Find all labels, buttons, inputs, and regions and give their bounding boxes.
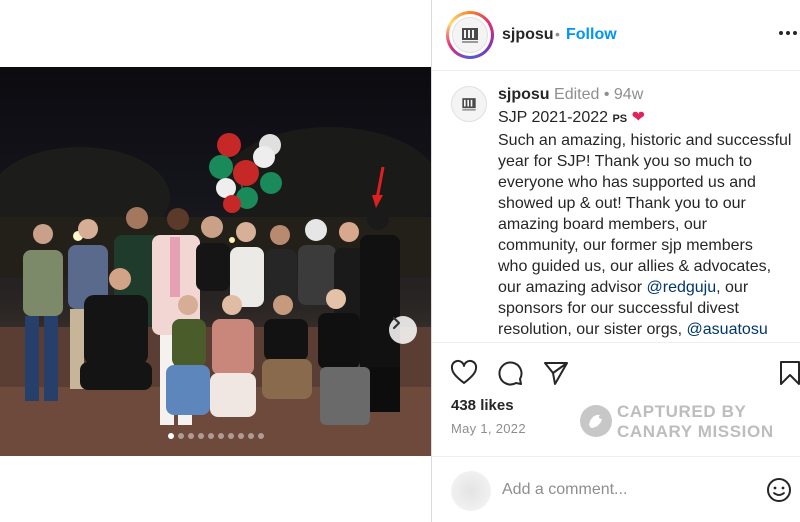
watermark-line-2: CANARY MISSION (617, 422, 774, 441)
profile-logo-icon (462, 98, 476, 111)
mention-link[interactable]: @redguju (647, 279, 717, 296)
story-ring[interactable] (446, 11, 494, 59)
watermark-line-1: CAPTURED BY (617, 402, 747, 421)
post-sidebar: sjposu • Follow sjposu Edited • 94w SJP … (431, 0, 800, 522)
carousel-dot (257, 433, 264, 439)
caption-line: our amazing advisor @redguju, our (498, 277, 798, 298)
caption-line: Such an amazing, historic and successful (498, 132, 792, 149)
post-photo[interactable] (0, 67, 431, 456)
post-media (0, 0, 431, 522)
follow-button[interactable]: Follow (566, 26, 617, 44)
caption-line: year for SJP! Thank you so much to (498, 153, 753, 170)
caption-line: community, our former sjp members (498, 237, 753, 254)
carousel-dot (247, 433, 254, 439)
caption-line: everyone who has supported us and (498, 174, 756, 191)
heart-emoji: ❤ (631, 109, 646, 126)
group-photo-image (0, 127, 431, 456)
caption-text: SJP 2021-2022 PS ❤ Such an amazing, hist… (498, 107, 798, 340)
bookmark-icon[interactable] (776, 359, 800, 387)
carousel-indicator (0, 433, 431, 439)
caption-line: showed up & out! Thank you to our (498, 195, 746, 212)
mention-link[interactable]: @asuatosu (687, 321, 768, 338)
profile-logo-icon (462, 28, 478, 43)
avatar[interactable] (451, 86, 487, 122)
caption-title-line: SJP 2021-2022 PS ❤ (498, 107, 798, 130)
caption-username[interactable]: sjposu (498, 86, 550, 103)
post-actions (432, 342, 800, 400)
avatar (452, 17, 488, 53)
caption-text-fragment: resolution, our sister orgs, (498, 321, 687, 338)
heart-icon[interactable] (450, 359, 478, 387)
caption-meta: sjposu Edited • 94w (498, 86, 643, 104)
likes-count[interactable]: 438 likes (451, 397, 514, 414)
carousel-dot (227, 433, 234, 439)
emoji-icon[interactable] (765, 476, 793, 504)
caption-line: resolution, our sister orgs, @asuatosu (498, 319, 798, 340)
comment-icon[interactable] (496, 359, 524, 387)
post-age[interactable]: 94w (614, 86, 643, 103)
caption-line: who guided us, our allies & advocates, (498, 258, 772, 275)
carousel-dot (197, 433, 204, 439)
bird-icon (589, 414, 602, 428)
post-caption: sjposu Edited • 94w SJP 2021-2022 PS ❤ S… (432, 72, 800, 342)
carousel-dot (217, 433, 224, 439)
more-options-icon[interactable] (778, 23, 798, 43)
carousel-next-button[interactable] (389, 316, 417, 344)
carousel-dot (237, 433, 244, 439)
post-header: sjposu • Follow (432, 0, 800, 71)
post-date[interactable]: May 1, 2022 (451, 421, 526, 436)
caption-line: sponsors for our successful divest (498, 300, 739, 317)
comment-input[interactable] (502, 481, 742, 499)
carousel-dot (187, 433, 194, 439)
header-username[interactable]: sjposu (502, 26, 554, 44)
share-icon[interactable] (542, 359, 570, 387)
watermark: CAPTURED BY CANARY MISSION (580, 401, 790, 443)
comment-bar (432, 456, 800, 522)
carousel-dot (167, 433, 174, 439)
caption-text-fragment: our amazing advisor (498, 279, 647, 296)
header-separator: • (555, 26, 560, 42)
chevron-right-icon (392, 316, 401, 330)
meta-separator: • (603, 86, 610, 103)
caption-text-fragment: , our (716, 279, 749, 296)
caption-line: amazing board members, our (498, 216, 707, 233)
caption-title: SJP 2021-2022 (498, 109, 609, 126)
canary-logo (580, 405, 612, 437)
carousel-dot (207, 433, 214, 439)
edited-label: Edited (554, 86, 600, 103)
avatar (451, 471, 491, 511)
carousel-dot (177, 433, 184, 439)
caption-title-tag: PS (612, 113, 628, 125)
